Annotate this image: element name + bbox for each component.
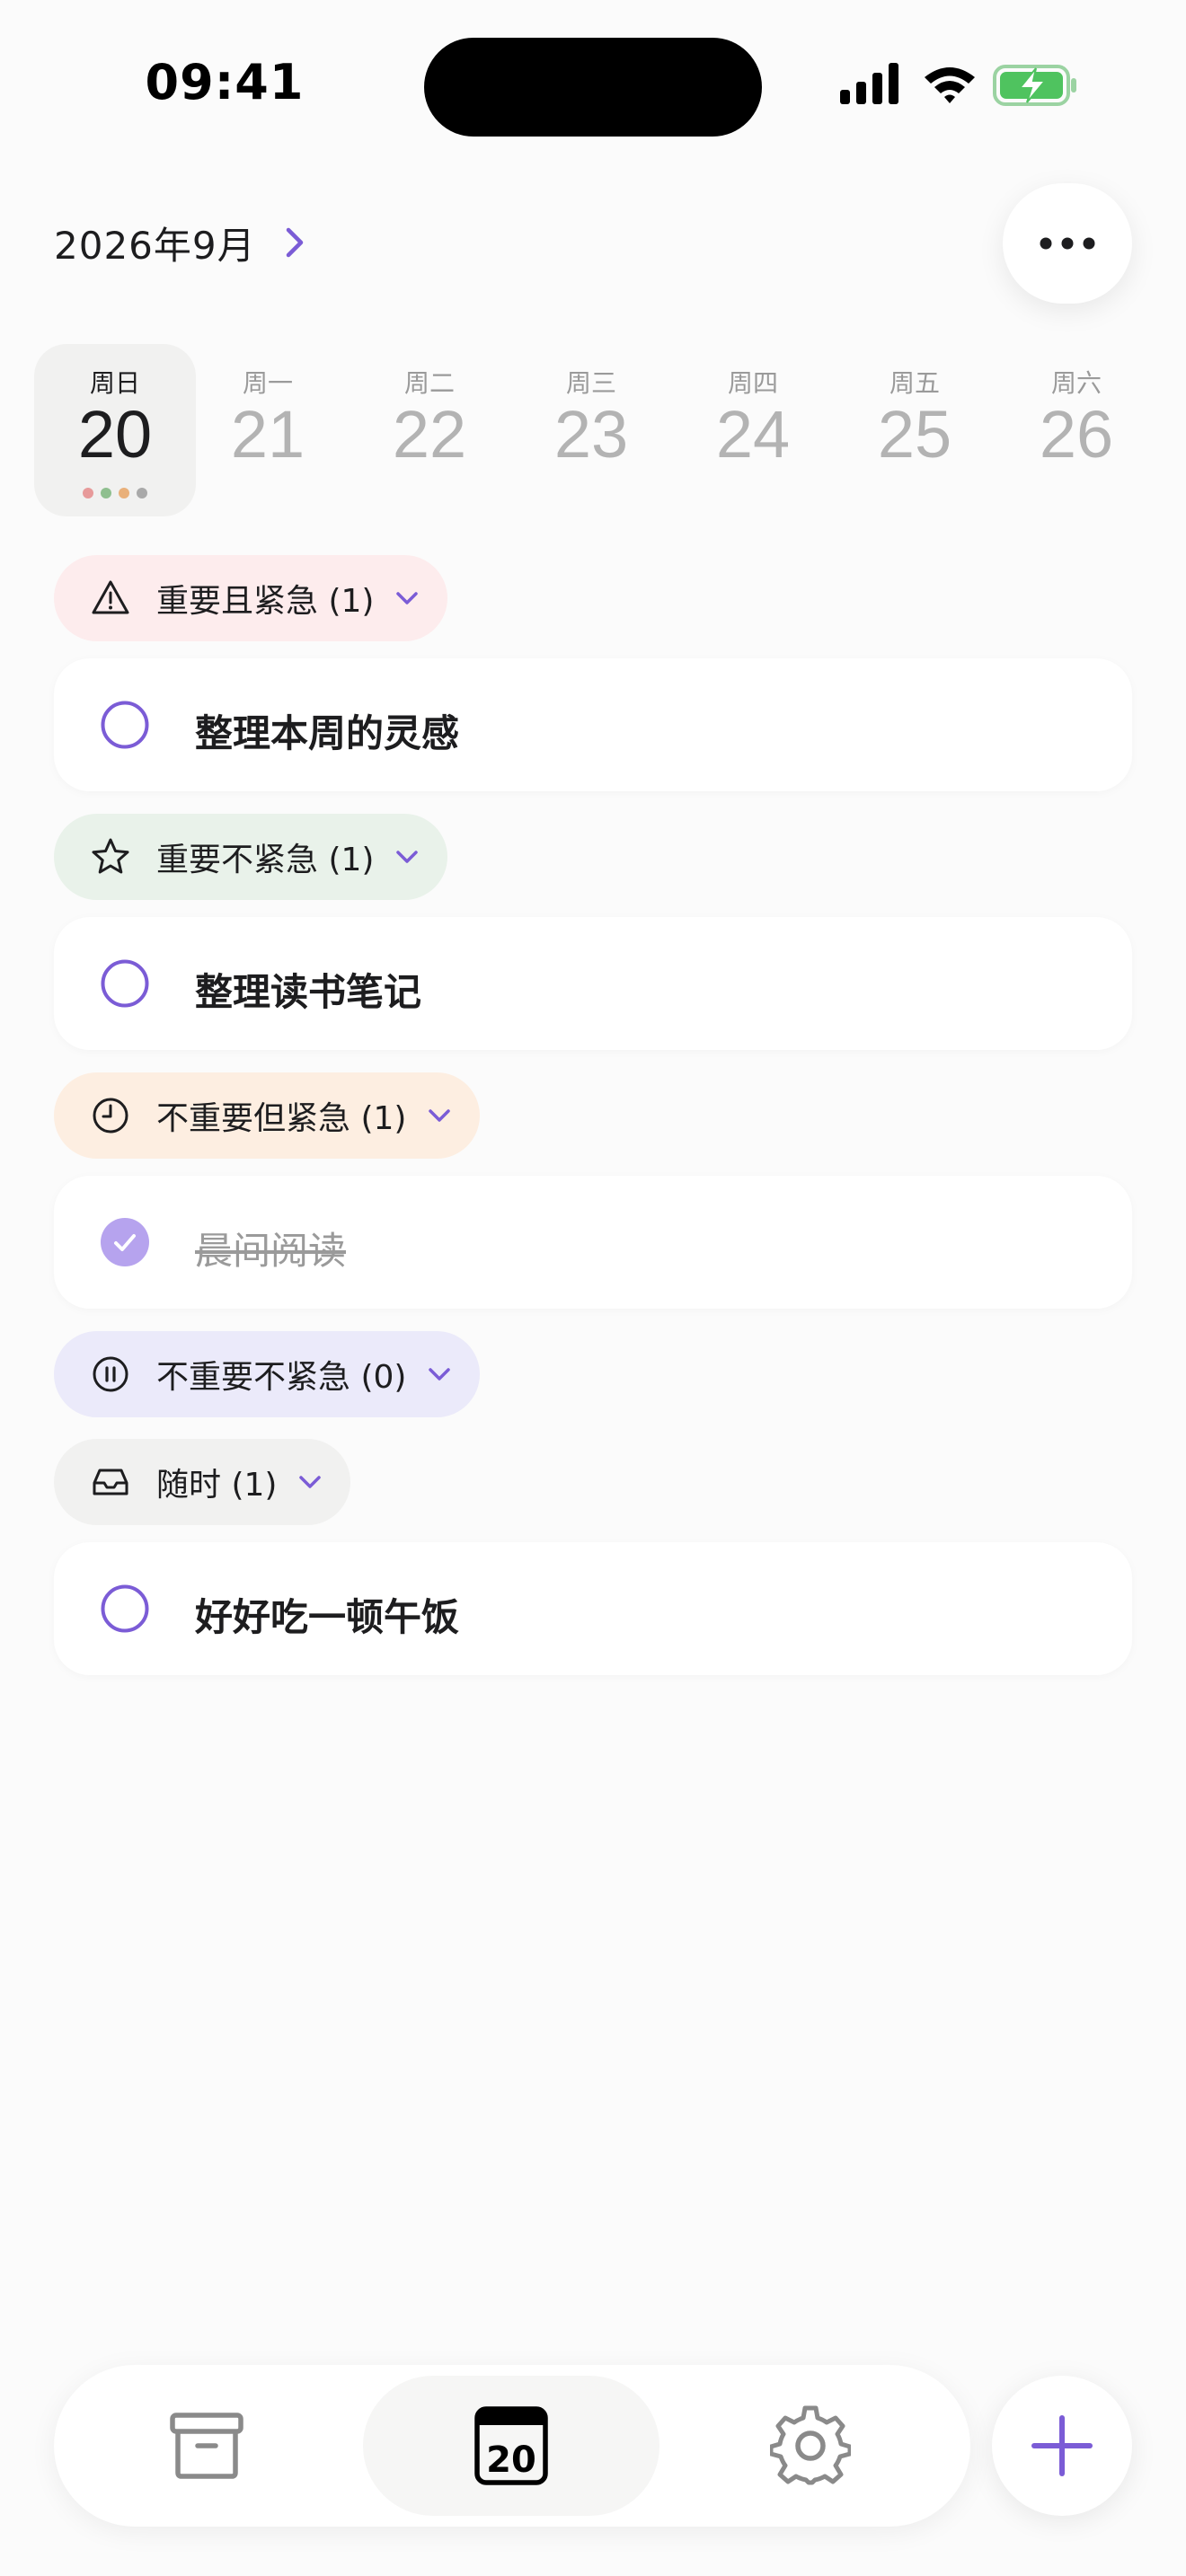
task-title-completed: 晨间阅读 (195, 1229, 347, 1273)
month-label: 2026年9月 (54, 223, 256, 268)
inbox-tray-icon (93, 1469, 128, 1495)
tab-archive[interactable] (117, 2376, 296, 2516)
day-friday[interactable]: 周五 25 (834, 344, 996, 516)
day-monday[interactable]: 周一 21 (187, 344, 349, 516)
section-important-urgent-toggle[interactable]: 重要且紧急 (1) (54, 555, 448, 641)
day-sunday[interactable]: 周日 20 (34, 344, 196, 516)
star-icon (92, 838, 129, 874)
section-label: 随时 (1) (156, 1467, 278, 1504)
status-bar: 09:41 (0, 0, 1186, 162)
status-time: 09:41 (145, 54, 305, 110)
day-date: 20 (77, 397, 153, 472)
task-title: 整理本周的灵感 (195, 711, 460, 755)
day-task-dots (34, 488, 196, 498)
wifi-icon (925, 67, 975, 103)
clock-icon (93, 1098, 128, 1134)
day-date: 24 (715, 397, 791, 472)
task-checkbox-unchecked[interactable] (101, 959, 149, 1008)
tab-settings[interactable] (721, 2376, 900, 2516)
day-date: 25 (877, 397, 952, 472)
calendar-date-badge: 20 (486, 2439, 536, 2481)
task-dot (119, 488, 129, 498)
task-card[interactable]: 整理本周的灵感 (54, 658, 1132, 791)
dynamic-island (424, 38, 762, 137)
day-weekday: 周五 (889, 368, 940, 398)
section-label: 重要且紧急 (1) (156, 583, 375, 620)
day-date: 21 (230, 397, 305, 472)
calendar-icon: 20 (474, 2406, 548, 2485)
day-date: 26 (1039, 397, 1114, 472)
plus-icon (1031, 2415, 1093, 2476)
day-weekday: 周三 (565, 368, 616, 398)
task-card[interactable]: 好好吃一顿午饭 (54, 1542, 1132, 1675)
status-icons (836, 63, 1078, 111)
section-anytime-toggle[interactable]: 随时 (1) (54, 1439, 351, 1525)
day-thursday[interactable]: 周四 24 (672, 344, 834, 516)
battery-charging-icon (993, 65, 1076, 106)
day-weekday: 周四 (727, 368, 778, 398)
task-dot (101, 488, 111, 498)
task-card[interactable]: 晨间阅读 (54, 1176, 1132, 1309)
task-card[interactable]: 整理读书笔记 (54, 917, 1132, 1050)
add-task-button[interactable] (992, 2376, 1132, 2516)
pause-circle-icon (93, 1356, 128, 1392)
section-not-important-not-urgent-toggle[interactable]: 不重要不紧急 (0) (54, 1331, 481, 1417)
chevron-down-icon (396, 592, 419, 604)
chevron-down-icon (396, 851, 419, 863)
day-date: 22 (392, 397, 467, 472)
day-date: 23 (553, 397, 629, 472)
day-tuesday[interactable]: 周二 22 (349, 344, 510, 516)
chevron-down-icon (299, 1476, 322, 1488)
day-wednesday[interactable]: 周三 23 (510, 344, 672, 516)
section-important-not-urgent-toggle[interactable]: 重要不紧急 (1) (54, 814, 448, 900)
task-checkbox-checked[interactable] (101, 1218, 149, 1266)
gear-icon (770, 2405, 851, 2485)
chevron-down-icon (429, 1109, 451, 1122)
warning-triangle-icon (92, 580, 129, 614)
day-weekday: 周日 (89, 368, 140, 398)
bottom-tab-bar: 20 (54, 2365, 970, 2527)
section-not-important-urgent-toggle[interactable]: 不重要但紧急 (1) (54, 1072, 481, 1159)
section-label: 不重要不紧急 (0) (156, 1359, 407, 1396)
day-weekday: 周六 (1050, 368, 1102, 398)
section-label: 不重要但紧急 (1) (156, 1100, 407, 1137)
more-options-button[interactable] (1003, 183, 1132, 304)
month-selector[interactable]: 2026年9月 (54, 216, 312, 269)
section-label: 重要不紧急 (1) (156, 842, 375, 878)
day-weekday: 周一 (242, 368, 293, 398)
archive-box-icon (170, 2413, 243, 2479)
task-title: 整理读书笔记 (195, 970, 422, 1014)
task-checkbox-unchecked[interactable] (101, 701, 149, 749)
day-weekday: 周二 (403, 368, 455, 398)
tab-calendar[interactable]: 20 (363, 2376, 659, 2516)
week-strip: 周日 20 周一 21 周二 22 周三 23 周四 24 周五 25 周六 2… (27, 344, 1159, 516)
task-checkbox-unchecked[interactable] (101, 1584, 149, 1633)
task-dot (137, 488, 147, 498)
chevron-right-icon[interactable] (276, 225, 312, 260)
cellular-signal-icon (840, 63, 898, 104)
more-dots-icon (1040, 237, 1095, 250)
task-title: 好好吃一顿午饭 (195, 1595, 460, 1639)
day-saturday[interactable]: 周六 26 (996, 344, 1157, 516)
task-dot (83, 488, 93, 498)
chevron-down-icon (429, 1368, 451, 1381)
